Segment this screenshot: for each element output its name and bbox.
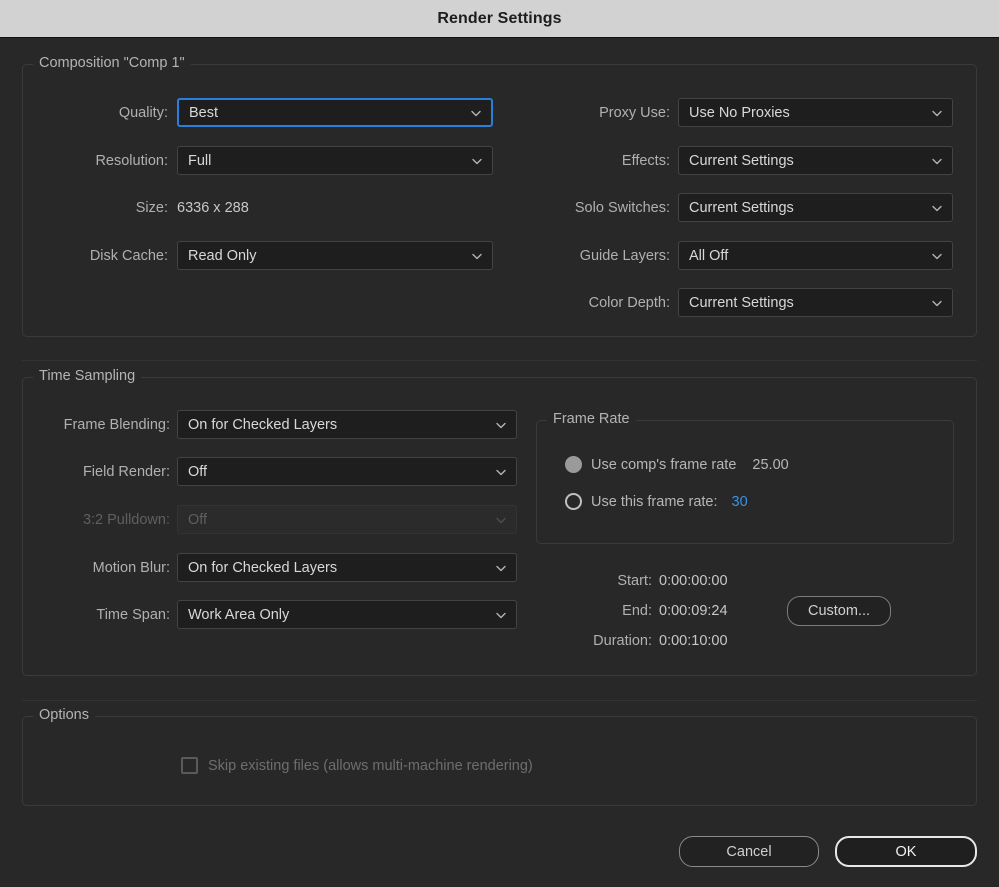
chevron-down-icon [496, 469, 506, 475]
motion-blur-value: On for Checked Layers [188, 559, 338, 576]
disk-cache-select[interactable]: Read Only [177, 241, 493, 270]
ok-button[interactable]: OK [835, 836, 977, 867]
field-render-value: Off [188, 463, 208, 480]
use-this-frame-rate-label: Use this frame rate: [591, 493, 718, 510]
guide-layers-select[interactable]: All Off [678, 241, 953, 270]
time-span-select[interactable]: Work Area Only [177, 600, 517, 629]
quality-select[interactable]: Best [177, 98, 493, 127]
dialog-titlebar: Render Settings [0, 0, 999, 38]
chevron-down-icon [932, 300, 942, 306]
chevron-down-icon [932, 110, 942, 116]
size-label: Size: [135, 200, 168, 216]
cancel-button[interactable]: Cancel [679, 836, 819, 867]
end-value: 0:00:09:24 [659, 603, 728, 619]
frame-blending-value: On for Checked Layers [188, 416, 338, 433]
time-span-label: Time Span: [96, 607, 170, 623]
section-divider-2 [22, 700, 977, 701]
motion-blur-label: Motion Blur: [92, 560, 170, 576]
chevron-down-icon [932, 205, 942, 211]
chevron-down-icon [471, 110, 481, 116]
options-group-title: Options [33, 707, 95, 723]
radio-selected-icon[interactable] [565, 456, 582, 473]
start-value: 0:00:00:00 [659, 573, 728, 589]
field-render-select[interactable]: Off [177, 457, 517, 486]
skip-existing-files-option: Skip existing files (allows multi-machin… [181, 757, 533, 774]
section-divider-1 [22, 360, 977, 361]
custom-frame-rate-value[interactable]: 30 [732, 494, 748, 510]
color-depth-value: Current Settings [689, 294, 794, 311]
disk-cache-label: Disk Cache: [89, 248, 168, 264]
solo-switches-select[interactable]: Current Settings [678, 193, 953, 222]
dialog-title: Render Settings [437, 9, 562, 27]
use-this-frame-rate-option[interactable]: Use this frame rate: 30 [565, 493, 748, 510]
color-depth-label: Color Depth: [588, 295, 670, 311]
frame-rate-group: Frame Rate [536, 411, 954, 544]
chevron-down-icon [472, 253, 482, 259]
solo-switches-label: Solo Switches: [574, 200, 670, 216]
pulldown-label: 3:2 Pulldown: [82, 512, 170, 528]
pulldown-value: Off [188, 511, 208, 528]
resolution-label: Resolution: [95, 153, 168, 169]
chevron-down-icon [932, 158, 942, 164]
chevron-down-icon [932, 253, 942, 259]
disk-cache-value: Read Only [188, 247, 257, 264]
proxy-use-select[interactable]: Use No Proxies [678, 98, 953, 127]
duration-label: Duration: [593, 633, 652, 649]
effects-label: Effects: [621, 153, 670, 169]
frame-rate-group-title: Frame Rate [547, 411, 636, 427]
solo-switches-value: Current Settings [689, 199, 794, 216]
guide-layers-value: All Off [689, 247, 729, 264]
chevron-down-icon [496, 517, 506, 523]
time-span-value: Work Area Only [188, 606, 290, 623]
end-label: End: [622, 603, 652, 619]
chevron-down-icon [472, 158, 482, 164]
chevron-down-icon [496, 612, 506, 618]
skip-existing-files-label: Skip existing files (allows multi-machin… [208, 757, 533, 774]
field-render-label: Field Render: [82, 464, 170, 480]
custom-time-span-button[interactable]: Custom... [787, 596, 891, 626]
quality-value: Best [189, 104, 219, 121]
proxy-use-value: Use No Proxies [689, 104, 790, 121]
pulldown-select: Off [177, 505, 517, 534]
comp-frame-rate-value: 25.00 [752, 456, 789, 473]
quality-label: Quality: [118, 105, 168, 121]
time-sampling-group-title: Time Sampling [33, 368, 142, 384]
chevron-down-icon [496, 565, 506, 571]
composition-group-title: Composition "Comp 1" [33, 55, 191, 71]
use-comp-frame-rate-label: Use comp's frame rate [591, 456, 737, 473]
radio-unselected-icon[interactable] [565, 493, 582, 510]
frame-blending-label: Frame Blending: [63, 417, 170, 433]
duration-value: 0:00:10:00 [659, 633, 728, 649]
effects-value: Current Settings [689, 152, 794, 169]
size-value: 6336 x 288 [177, 200, 249, 216]
start-label: Start: [617, 573, 652, 589]
resolution-value: Full [188, 152, 212, 169]
color-depth-select[interactable]: Current Settings [678, 288, 953, 317]
guide-layers-label: Guide Layers: [579, 248, 670, 264]
proxy-use-label: Proxy Use: [599, 105, 670, 121]
use-comp-frame-rate-option[interactable]: Use comp's frame rate 25.00 [565, 456, 789, 473]
effects-select[interactable]: Current Settings [678, 146, 953, 175]
chevron-down-icon [496, 422, 506, 428]
motion-blur-select[interactable]: On for Checked Layers [177, 553, 517, 582]
checkbox-unchecked-icon [181, 757, 198, 774]
frame-blending-select[interactable]: On for Checked Layers [177, 410, 517, 439]
render-settings-dialog: Render Settings Composition "Comp 1" Qua… [0, 0, 999, 887]
resolution-select[interactable]: Full [177, 146, 493, 175]
